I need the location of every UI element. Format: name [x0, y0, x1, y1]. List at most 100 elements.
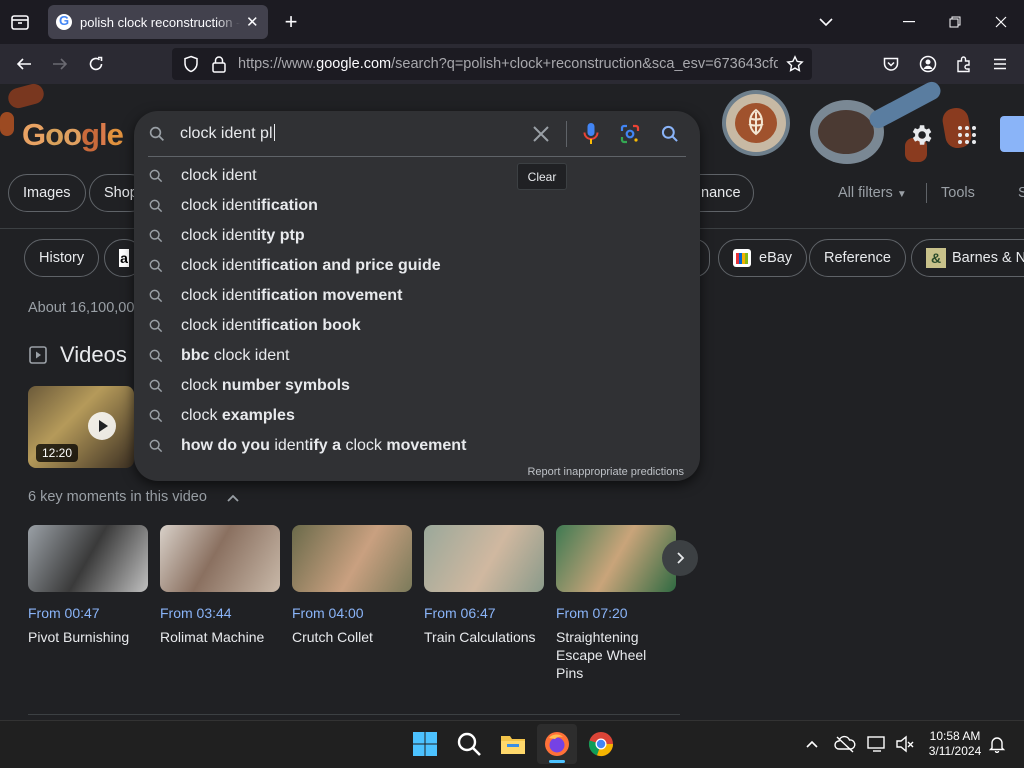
- account-icon[interactable]: [919, 55, 937, 73]
- clock-time: 10:58 AM: [929, 729, 981, 743]
- chip-barnes-noble[interactable]: & Barnes & No: [911, 239, 1024, 277]
- search-icon: [149, 169, 163, 183]
- firefox-icon[interactable]: [543, 730, 571, 758]
- tab-list-icon[interactable]: [8, 10, 32, 34]
- reload-button[interactable]: [80, 48, 112, 80]
- suggestion-item[interactable]: clock examples: [134, 401, 700, 431]
- portafilter-doodle-icon: [810, 100, 884, 164]
- divider: [566, 121, 567, 147]
- bookmark-star-icon[interactable]: [786, 55, 804, 73]
- filter-images[interactable]: Images: [8, 174, 86, 212]
- suggestion-item[interactable]: clock identification: [134, 191, 700, 221]
- google-logo[interactable]: Google: [22, 117, 124, 153]
- suggestion-item[interactable]: clock number symbols: [134, 371, 700, 401]
- videos-heading: Videos: [60, 342, 127, 367]
- video-duration: 12:20: [36, 444, 79, 462]
- sign-in-button[interactable]: [1000, 116, 1024, 152]
- google-lens-icon[interactable]: [620, 124, 640, 144]
- moment-time[interactable]: From 03:44: [160, 605, 232, 621]
- barnes-noble-logo-icon: &: [926, 248, 946, 268]
- moment-title[interactable]: Straightening Escape Wheel Pins: [556, 628, 666, 682]
- doodle-decoration-icon: [0, 112, 14, 136]
- chip-history[interactable]: History: [24, 239, 100, 277]
- search-submit-icon[interactable]: [660, 124, 680, 144]
- clear-tooltip: Clear: [517, 163, 567, 190]
- url-text[interactable]: https://www.google.com/search?q=polish+c…: [238, 56, 778, 72]
- close-window-button[interactable]: [985, 6, 1017, 38]
- latte-art-doodle-icon: [722, 90, 790, 156]
- search-box[interactable]: clock ident pl: [134, 111, 700, 157]
- suggestion-item[interactable]: clock identification and price guide: [134, 251, 700, 281]
- new-tab-button[interactable]: +: [278, 9, 304, 35]
- moment-thumbnail[interactable]: [292, 525, 412, 592]
- apps-grid-icon[interactable]: [956, 124, 978, 146]
- moment-title[interactable]: Rolimat Machine: [160, 628, 285, 646]
- chrome-icon[interactable]: [587, 730, 615, 758]
- search-box-separator: [148, 156, 686, 157]
- extensions-icon[interactable]: [955, 55, 973, 73]
- pocket-icon[interactable]: [882, 55, 900, 73]
- menu-icon[interactable]: [991, 55, 1009, 73]
- moment-title[interactable]: Pivot Burnishing: [28, 628, 153, 646]
- moment-title[interactable]: Crutch Collet: [292, 628, 417, 646]
- active-app-indicator: [549, 760, 565, 763]
- close-tab-icon[interactable]: ✕: [246, 13, 259, 31]
- moment-thumbnail[interactable]: [28, 525, 148, 592]
- back-button[interactable]: [8, 48, 40, 80]
- clear-icon[interactable]: [532, 125, 550, 143]
- all-filters-button[interactable]: All filters ▼: [838, 185, 907, 201]
- tab-title: polish clock reconstruction - Google Sea…: [80, 14, 240, 30]
- video-thumbnail[interactable]: 12:20: [28, 386, 134, 468]
- ebay-logo-icon: [733, 249, 751, 267]
- microphone-icon[interactable]: [581, 122, 601, 146]
- video-section-icon: [28, 345, 48, 365]
- display-icon[interactable]: [866, 734, 888, 754]
- minimize-button[interactable]: [893, 6, 925, 38]
- moment-title[interactable]: Train Calculations: [424, 628, 549, 646]
- search-icon: [149, 319, 163, 333]
- show-hidden-icons-icon[interactable]: [804, 736, 820, 752]
- search-input[interactable]: clock ident pl: [180, 124, 275, 143]
- moment-thumbnail[interactable]: [160, 525, 280, 592]
- moment-time[interactable]: From 06:47: [424, 605, 496, 621]
- chevron-up-icon[interactable]: [224, 489, 242, 507]
- suggestion-item[interactable]: clock identification book: [134, 311, 700, 341]
- moment-time[interactable]: From 04:00: [292, 605, 364, 621]
- next-moments-button[interactable]: [662, 540, 698, 576]
- volume-muted-icon[interactable]: [894, 734, 916, 754]
- chip-ebay[interactable]: eBay: [718, 239, 808, 277]
- suggestion-item[interactable]: clock identification movement: [134, 281, 700, 311]
- play-icon[interactable]: [88, 412, 116, 440]
- notification-bell-icon[interactable]: [988, 735, 1006, 754]
- divider: [926, 183, 927, 203]
- tools-button[interactable]: Tools: [941, 185, 975, 201]
- shield-icon[interactable]: [182, 55, 200, 73]
- search-icon: [149, 259, 163, 273]
- results-count: About 16,100,00: [28, 300, 134, 316]
- restore-button[interactable]: [939, 6, 971, 38]
- settings-gear-icon[interactable]: [908, 122, 934, 148]
- moment-thumbnail[interactable]: [556, 525, 676, 592]
- suggestion-item[interactable]: bbc clock ident: [134, 341, 700, 371]
- overflow-letter: S: [1018, 185, 1024, 201]
- moment-time[interactable]: From 00:47: [28, 605, 100, 621]
- clock-date: 3/11/2024: [928, 744, 982, 758]
- forward-button[interactable]: [44, 48, 76, 80]
- list-all-tabs-icon[interactable]: [810, 6, 842, 38]
- search-icon: [149, 439, 163, 453]
- suggestion-item[interactable]: clock ident: [134, 161, 700, 191]
- moment-time[interactable]: From 07:20: [556, 605, 628, 621]
- chip-reference[interactable]: Reference: [809, 239, 906, 277]
- system-clock[interactable]: 10:58 AM 3/11/2024: [920, 729, 990, 759]
- lock-icon[interactable]: [210, 55, 228, 73]
- suggestion-item[interactable]: how do you identify a clock movement: [134, 431, 700, 461]
- suggestion-item[interactable]: clock identity ptp: [134, 221, 700, 251]
- onedrive-offline-icon[interactable]: [834, 734, 856, 754]
- report-predictions-link[interactable]: Report inappropriate predictions: [527, 466, 684, 478]
- file-explorer-icon[interactable]: [499, 730, 527, 758]
- taskbar-search-icon[interactable]: [455, 730, 483, 758]
- moment-thumbnail[interactable]: [424, 525, 544, 592]
- search-icon: [149, 126, 164, 141]
- windows-start-icon[interactable]: [411, 730, 439, 758]
- browser-tab[interactable]: polish clock reconstruction - Google Sea…: [48, 5, 268, 39]
